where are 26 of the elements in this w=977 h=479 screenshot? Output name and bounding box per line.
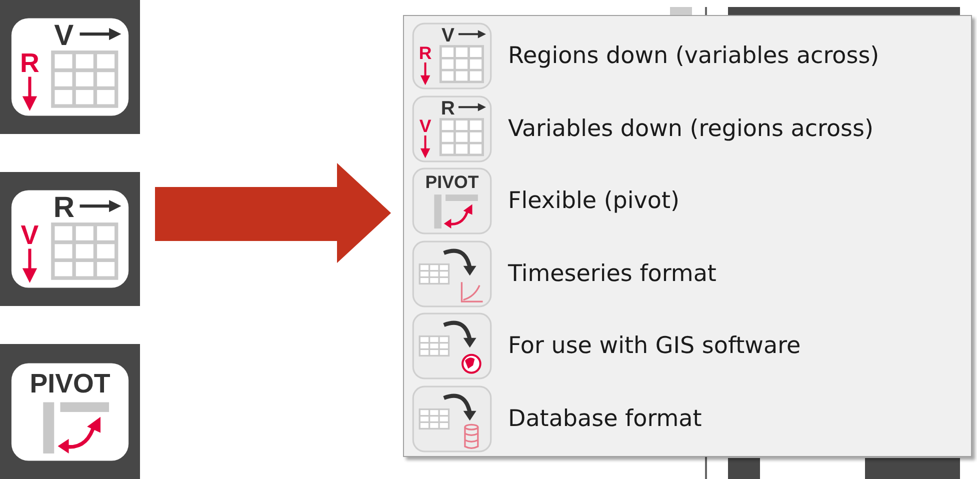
table-layout-icon[interactable]: [11, 190, 129, 288]
menu-item[interactable]: Database format: [508, 402, 702, 436]
table-to-chart-icon: [412, 240, 492, 307]
background-panel: [728, 458, 760, 479]
icon-letter: V: [419, 116, 432, 136]
icon-letter: V: [54, 19, 74, 52]
menu-item[interactable]: Flexible (pivot): [508, 184, 680, 218]
icon-letter: R: [53, 191, 74, 224]
menu-item[interactable]: For use with GIS software: [508, 329, 801, 364]
icon-label: PIVOT: [30, 368, 110, 398]
icon-letter: R: [440, 97, 455, 120]
table-layout-icon: [412, 96, 492, 162]
icon-letter: V: [20, 220, 39, 250]
icon-letter: V: [441, 24, 454, 47]
icon-letter: R: [20, 48, 40, 78]
table-to-database-icon: [412, 386, 492, 452]
table-layout-icon[interactable]: [11, 18, 129, 116]
table-to-globe-icon: [412, 313, 492, 380]
menu-item[interactable]: Regions down (variables across): [508, 39, 880, 74]
icon-letter: R: [418, 44, 432, 64]
icon-label: PIVOT: [425, 172, 479, 192]
pivot-icon[interactable]: [11, 362, 129, 460]
menu-item[interactable]: Variables down (regions across): [508, 112, 874, 146]
pivot-icon: [412, 168, 492, 234]
menu-item[interactable]: Timeseries format: [508, 256, 716, 291]
table-layout-icon: [412, 23, 492, 90]
